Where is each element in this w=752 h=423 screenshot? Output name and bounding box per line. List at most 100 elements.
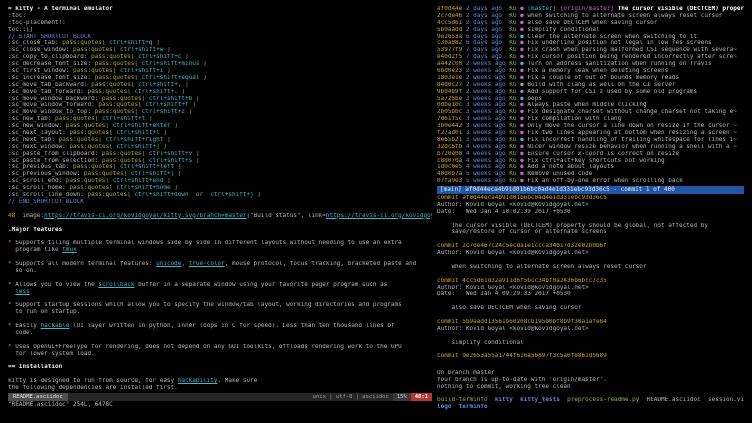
shell-prompt: ⚡ master » kitty (437, 411, 744, 418)
detail-line (437, 236, 744, 243)
detail-line (437, 271, 744, 278)
detail-line: commit 5b9aadd13561b60208cb19500bf8b9f30… (437, 319, 744, 326)
vim-line: :sc_next_tab: pass:quotes[`ctrl+shift+ri… (8, 137, 432, 144)
vim-line: :sc_increase_font_size: pass:quotes[`ctr… (8, 75, 432, 82)
commit-row: 07fa9e3 5 weeks ago KG ● Fix an off-by-o… (437, 178, 744, 185)
commit-row: 32dc5fb 4 weeks ago KG ● Nicer window re… (437, 144, 744, 151)
vim-line: .Major features (8, 227, 432, 234)
vim-line (8, 295, 432, 302)
vim-line (8, 357, 432, 364)
vim-line (8, 254, 432, 261)
detail-line: Date: Wed Jan 4 10:02:39 2017 +0530 (437, 209, 744, 216)
detail-line: simplify conditional (437, 340, 744, 347)
detail-line: commit 9e2653a55a1744f616a56897f3c5a0f88… (437, 353, 744, 360)
shell-pane[interactable]: ⚡ master 141 » kitty On branch masterYou… (437, 363, 744, 420)
commit-row: 8e65b21 3 weeks ago KG ● Fix incorrect h… (437, 137, 744, 144)
vim-line: so on. (8, 268, 432, 275)
vim-line: :sc_next_window: pass:quotes[`ctrl+shift… (8, 144, 432, 151)
detail-line: commit 4cc5d61d32a911d6f5bcc34bf0a2436b6… (437, 278, 744, 285)
commit-row: 1803e1e 2 weeks ago KG ● Fix a couple of… (437, 75, 744, 82)
git-status-line: On branch master (437, 370, 744, 377)
vim-line: * Uses OpenGL+FreeType for rendering, do… (8, 344, 432, 351)
vim-line: :sc_first_window: pass:quotes[`ctrl+shif… (8, 68, 432, 75)
vim-line: :sc_move_tab_forward: pass:quotes[`ctrl+… (8, 89, 432, 96)
tig-log-pane[interactable]: af0d44e 2 days ago KG ● [master] {origin… (437, 6, 744, 186)
vim-line: :sc_copy_to_clipboard: pass:quotes[`ctrl… (8, 54, 432, 61)
vim-line: :sc_paste_from_clipboard: pass:quotes[`c… (8, 151, 432, 158)
commit-row: 5b9aadd 2 days ago KG ● simplify conditi… (437, 27, 744, 34)
commit-row: 0dbe10c 3 weeks ago KG ● Always paste wh… (437, 102, 744, 109)
detail-line: also save DECTCEM when saving cursor (437, 305, 744, 312)
detail-line: Author: Kovid Goyal <kovid@kovidgoyal.ne… (437, 285, 744, 292)
vim-line: toc::[] (8, 27, 432, 34)
detail-line (437, 216, 744, 223)
vim-line (8, 316, 432, 323)
vim-line: :sc_move_window_forward: pass:quotes[`ct… (8, 102, 432, 109)
vim-pane[interactable]: = kitty - A terminal emulator:toc::toc-p… (8, 6, 432, 410)
detail-line (437, 298, 744, 305)
vim-line: the following dependencies are installed… (8, 385, 432, 392)
vim-line: :sc_scroll_line_down: pass:quotes[`ctrl+… (8, 192, 432, 199)
detail-line: Author: Kovid Goyal <kovid@kovidgoyal.ne… (437, 250, 744, 257)
statusline-filename: README.asciidoc (8, 393, 68, 401)
vim-line: :toc: (8, 13, 432, 20)
vim-line (8, 206, 432, 213)
statusline-position: 48:1 (411, 393, 432, 401)
right-column: af0d44e 2 days ago KG ● [master] {origin… (437, 6, 744, 418)
kitty-terminal-window: = kitty - A terminal emulator:toc::toc-p… (0, 0, 752, 423)
ls-output: build-terminfo kitty kitty_tests preproc… (437, 397, 744, 411)
commit-row: f27ad01 3 weeks ago KG ● Fix two lines a… (437, 130, 744, 137)
detail-line: Author: Kovid Goyal <kovid@kovidgoyal.ne… (437, 202, 744, 209)
vim-line: :sc_new_tab: pass:quotes[`ctrl+shift+t`] (8, 116, 432, 123)
detail-line: when switching to alternate screen alway… (437, 264, 744, 271)
commit-row: 9e2653a 6 days ago KG ● Clear the altern… (437, 34, 744, 41)
commit-row: 2b05bbc 3 weeks ago KG ● Fix designate_c… (437, 109, 744, 116)
statusline-fileinfo: unix | utf-8 | asciidoc (309, 393, 393, 401)
vim-line: * Easily hackable (UI layer written in p… (8, 323, 432, 330)
vim-line: = kitty - A terminal emulator (8, 6, 432, 13)
vim-buffer: = kitty - A terminal emulator:toc::toc-p… (8, 6, 432, 393)
detail-line: save/restore of cursor or alternate scre… (437, 229, 744, 236)
vim-command-line: "README.asciidoc" 254L, 6478C (8, 401, 432, 409)
git-status-output: On branch masterYour branch is up-to-dat… (437, 370, 744, 391)
vim-line: for lower system load. (8, 351, 432, 358)
vim-line (8, 337, 432, 344)
vim-line: :sc_new_window: pass:quotes[`ctrl+shift+… (8, 123, 432, 130)
statusline-percent: 15% (393, 393, 411, 401)
detail-line (437, 347, 744, 354)
commit-row: 1d0c0e5 4 weeks ago KG ● Add a note abou… (437, 164, 744, 171)
detail-line: The cursor visible (DECTCEM) property sh… (437, 223, 744, 230)
vim-line: :sc_next_layout: pass:quotes[`ctrl+shift… (8, 130, 432, 137)
vim-line (8, 371, 432, 378)
commit-row: 40d0b7a 5 weeks ago KG ● Remove unused c… (437, 171, 744, 178)
tig-detail-pane[interactable]: commit af0d44eca4b91d01b6bc0ad4e1d331ebc… (437, 195, 744, 361)
vim-line (8, 275, 432, 282)
git-status-line: nothing to commit, working tree clean (437, 384, 744, 391)
vim-line: // END_SHORTCUT_BLOCK (8, 199, 432, 206)
commit-row: 5a725be 3 weeks ago KG ● oops (437, 96, 744, 103)
vim-line: * Support startup sessions which allow y… (8, 302, 432, 309)
vim-line: :toc-placement!: (8, 20, 432, 27)
detail-line: commit 2c7de467c24c5ecda1e1ccca34017d32e… (437, 243, 744, 250)
tig-status-line: [main] af0d44eca4b91d01b6bc0ad4e1d331ebc… (437, 186, 744, 194)
vim-line: less (8, 289, 432, 296)
vim-line: * Supports tiling multiple terminal wind… (8, 240, 432, 247)
commit-row: 84d0c27 2 weeks ago KG ● Build with clan… (437, 82, 744, 89)
vim-line (8, 233, 432, 240)
vim-line: :sc_scroll_home: pass:quotes[`ctrl+shift… (8, 185, 432, 192)
vim-line: to run on startup. (8, 309, 432, 316)
vim-line: :sc_move_window_backward: pass:quotes[`c… (8, 96, 432, 103)
shell-prompt: ⚡ master 141 » kitty (437, 363, 744, 370)
commit-row: 2c7de46 2 days ago KG ● when switching t… (437, 13, 744, 20)
detail-line (437, 257, 744, 264)
ls-row: build-terminfo kitty kitty_tests preproc… (437, 397, 744, 404)
detail-line: Date: Wed Jan 4 09:29:33 2017 +0530 (437, 291, 744, 298)
vim-line: 48 image:https://travis-ci.org/kovidgoya… (8, 213, 432, 220)
vim-line: == Installation (8, 364, 432, 371)
detail-line: commit af0d44eca4b91d01b6bc0ad4e1d331ebc… (437, 195, 744, 202)
vim-line: :sc_move_window_to_top: pass:quotes[`ctr… (8, 109, 432, 116)
vim-line: :sc_close_window: pass:quotes[`ctrl+shif… (8, 47, 432, 54)
detail-line (437, 312, 744, 319)
detail-line: Author: Kovid Goyal <kovid@kovidgoyal.ne… (437, 326, 744, 333)
commit-row: a442c00 2 weeks ago KG ● Turn on address… (437, 61, 744, 68)
